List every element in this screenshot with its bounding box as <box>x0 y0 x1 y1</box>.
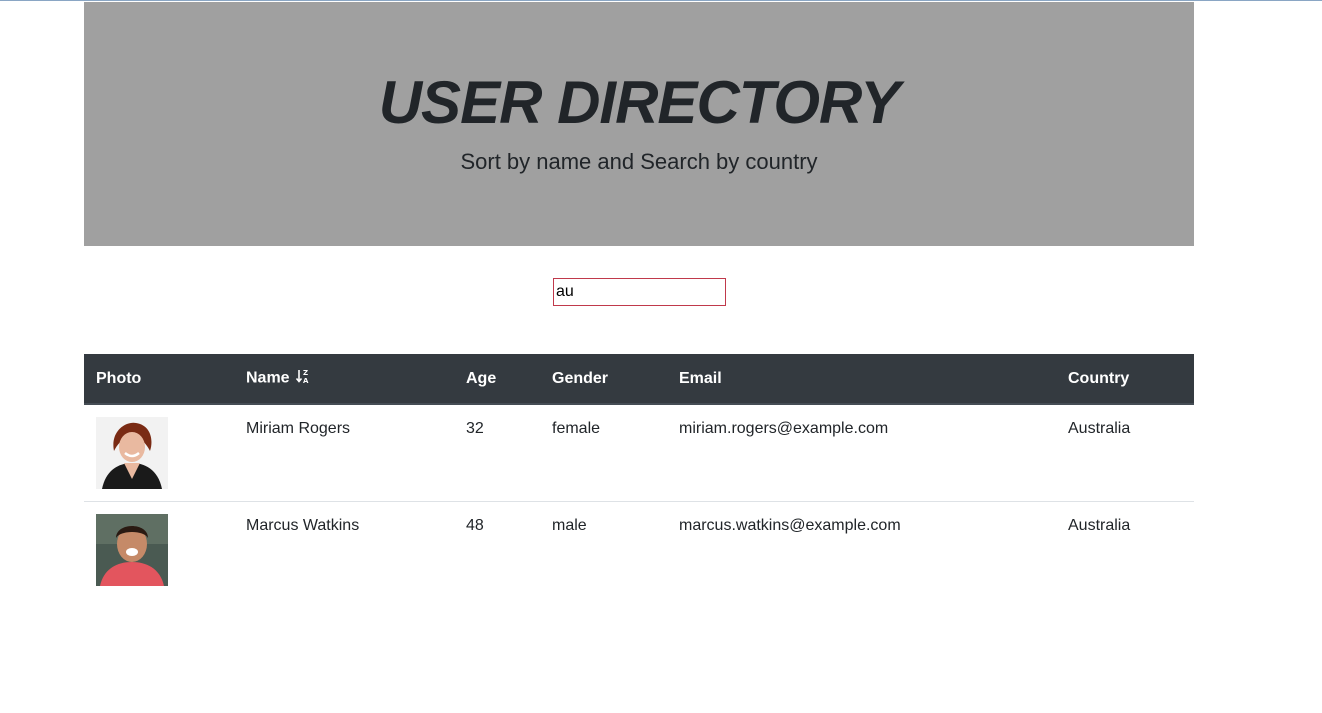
table-row: Miriam Rogers 32 female miriam.rogers@ex… <box>84 404 1194 502</box>
table-header: Photo Name Z A Age Gender Email Country <box>84 354 1194 405</box>
gender-cell: male <box>540 502 667 599</box>
user-age: 48 <box>466 517 484 534</box>
user-gender: female <box>552 420 601 437</box>
column-header-name[interactable]: Name Z A <box>234 354 454 405</box>
table-header-row: Photo Name Z A Age Gender Email Country <box>84 354 1194 405</box>
photo-cell <box>84 404 234 502</box>
name-cell: Marcus Watkins <box>234 502 454 599</box>
user-name: Marcus Watkins <box>246 517 360 534</box>
column-header-email: Email <box>667 354 1056 405</box>
top-border <box>0 0 1322 1</box>
age-cell: 48 <box>454 502 540 599</box>
user-country: Australia <box>1068 420 1131 437</box>
svg-text:Z: Z <box>303 369 308 377</box>
page-subtitle: Sort by name and Search by country <box>460 149 818 174</box>
column-header-country: Country <box>1056 354 1194 405</box>
gender-cell: female <box>540 404 667 502</box>
sort-alpha-down-icon[interactable]: Z A <box>295 368 310 389</box>
page-container: USER DIRECTORY Sort by name and Search b… <box>84 2 1194 598</box>
column-header-name-label: Name <box>246 369 290 387</box>
country-cell: Australia <box>1056 404 1194 502</box>
photo-cell <box>84 502 234 599</box>
email-cell: marcus.watkins@example.com <box>667 502 1056 599</box>
user-name: Miriam Rogers <box>246 420 351 437</box>
user-email: marcus.watkins@example.com <box>679 517 901 534</box>
column-header-photo: Photo <box>84 354 234 405</box>
user-photo <box>96 417 168 489</box>
page-title: USER DIRECTORY <box>378 69 901 136</box>
user-age: 32 <box>466 420 484 437</box>
table-row: Marcus Watkins 48 male marcus.watkins@ex… <box>84 502 1194 599</box>
name-cell: Miriam Rogers <box>234 404 454 502</box>
user-gender: male <box>552 517 587 534</box>
user-table: Photo Name Z A Age Gender Email Country … <box>84 354 1194 598</box>
country-cell: Australia <box>1056 502 1194 599</box>
country-search-input[interactable] <box>553 278 726 306</box>
svg-text:A: A <box>303 377 309 384</box>
email-cell: miriam.rogers@example.com <box>667 404 1056 502</box>
age-cell: 32 <box>454 404 540 502</box>
hero-banner: USER DIRECTORY Sort by name and Search b… <box>84 2 1194 246</box>
search-area <box>84 246 1194 354</box>
user-photo <box>96 514 168 586</box>
column-header-gender: Gender <box>540 354 667 405</box>
user-country: Australia <box>1068 517 1131 534</box>
column-header-age: Age <box>454 354 540 405</box>
user-email: miriam.rogers@example.com <box>679 420 889 437</box>
table-body: Miriam Rogers 32 female miriam.rogers@ex… <box>84 404 1194 598</box>
